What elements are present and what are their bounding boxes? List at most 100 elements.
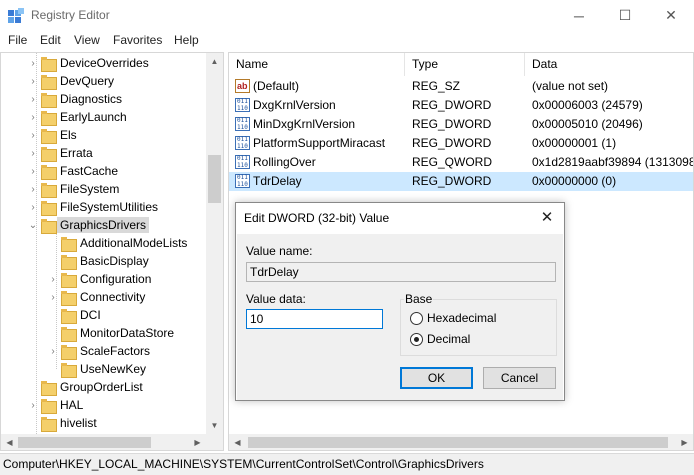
folder-icon — [61, 254, 77, 270]
window-title: Registry Editor — [31, 8, 110, 22]
tree-item-label: Configuration — [80, 272, 152, 286]
tree-item[interactable]: GroupOrderList — [27, 378, 143, 396]
value-row[interactable]: TdrDelay REG_DWORD 0x00000000 (0) — [229, 172, 693, 191]
chevron-right-icon[interactable]: › — [27, 94, 39, 105]
value-row[interactable]: (Default) REG_SZ (value not set) — [229, 77, 693, 96]
value-data-cell: 0x00005010 (20496) — [532, 117, 643, 131]
binary-value-icon — [235, 174, 250, 188]
tree-item[interactable]: BasicDisplay — [47, 252, 149, 270]
tree-item-label: GroupOrderList — [60, 380, 143, 394]
menu-help[interactable]: Help — [174, 33, 199, 47]
tree-item[interactable]: › HAL — [27, 396, 83, 414]
folder-icon — [61, 272, 77, 288]
chevron-down-icon[interactable]: ⌄ — [27, 220, 39, 231]
tree-item[interactable]: › Errata — [27, 144, 93, 162]
tree-item[interactable]: MonitorDataStore — [47, 324, 174, 342]
value-row[interactable]: MinDxgKrnlVersion REG_DWORD 0x00005010 (20… — [229, 115, 693, 134]
binary-value-icon — [235, 98, 250, 112]
minimize-button[interactable]: ─ — [556, 0, 602, 31]
value-data-input[interactable]: 10 — [246, 309, 383, 329]
tree-item-label: FastCache — [60, 164, 119, 178]
chevron-right-icon[interactable]: › — [27, 112, 39, 123]
base-label: Base — [404, 292, 434, 306]
tree-item[interactable]: AdditionalModeLists — [47, 234, 187, 252]
value-data-label: Value data: — [246, 292, 306, 306]
menu-file[interactable]: File — [8, 33, 27, 47]
column-header-type[interactable]: Type — [405, 53, 525, 76]
cancel-button[interactable]: Cancel — [483, 367, 556, 389]
maximize-button[interactable]: ☐ — [602, 0, 648, 31]
tree-item[interactable]: ⌄ GraphicsDrivers — [27, 216, 150, 234]
chevron-right-icon[interactable]: › — [47, 274, 59, 285]
chevron-right-icon[interactable]: › — [47, 346, 59, 357]
chevron-right-icon[interactable]: › — [27, 130, 39, 141]
chevron-right-icon[interactable]: › — [27, 58, 39, 69]
value-type-cell: REG_DWORD — [412, 98, 492, 112]
radio-icon — [410, 311, 423, 325]
chevron-right-icon[interactable]: › — [27, 184, 39, 195]
tree-item-label: hivelist — [60, 416, 97, 430]
binary-value-icon — [235, 136, 250, 150]
tree-vertical-scrollbar[interactable]: ▲ ▼ — [206, 53, 223, 434]
chevron-right-icon[interactable]: › — [27, 148, 39, 159]
radio-icon — [410, 332, 423, 346]
value-data-cell: (value not set) — [532, 79, 609, 93]
column-header-data[interactable]: Data — [525, 53, 693, 76]
folder-icon — [61, 326, 77, 342]
registry-editor-icon — [8, 8, 24, 23]
ok-button[interactable]: OK — [400, 367, 473, 389]
menu-edit[interactable]: Edit — [40, 33, 61, 47]
tree-item[interactable]: DCI — [47, 306, 101, 324]
menu-favorites[interactable]: Favorites — [113, 33, 162, 47]
tree-item[interactable]: › Els — [27, 126, 77, 144]
scroll-thumb[interactable] — [248, 437, 668, 448]
scroll-left-icon[interactable]: ◀ — [1, 434, 18, 450]
hexadecimal-radio[interactable]: Hexadecimal — [410, 311, 496, 325]
scroll-down-icon[interactable]: ▼ — [206, 417, 223, 434]
chevron-right-icon[interactable]: › — [27, 166, 39, 177]
scroll-up-icon[interactable]: ▲ — [206, 53, 223, 70]
value-row[interactable]: RollingOver REG_QWORD 0x1d2819aabf39894 (1… — [229, 153, 693, 172]
hexadecimal-label: Hexadecimal — [427, 311, 497, 325]
tree-item[interactable]: hivelist — [27, 414, 97, 432]
scroll-thumb[interactable] — [208, 155, 221, 203]
chevron-right-icon[interactable]: › — [27, 76, 39, 87]
folder-icon — [41, 380, 57, 396]
value-name-cell: DxgKrnlVersion — [253, 98, 336, 112]
tree-item[interactable]: UseNewKey — [47, 360, 146, 378]
value-row[interactable]: DxgKrnlVersion REG_DWORD 0x00006003 (24579… — [229, 96, 693, 115]
tree-item[interactable]: › EarlyLaunch — [27, 108, 127, 126]
menu-view[interactable]: View — [74, 33, 100, 47]
tree-item-label: UseNewKey — [80, 362, 147, 376]
folder-icon — [41, 56, 57, 72]
tree-item[interactable]: › DevQuery — [27, 72, 114, 90]
scroll-left-icon[interactable]: ◀ — [229, 434, 246, 450]
tree-item[interactable]: › Configuration — [47, 270, 151, 288]
values-horizontal-scrollbar[interactable]: ◀ ▶ — [229, 434, 693, 450]
decimal-radio[interactable]: Decimal — [410, 332, 470, 346]
chevron-right-icon[interactable]: › — [47, 292, 59, 303]
dialog-close-button[interactable]: ✕ — [532, 205, 562, 231]
scroll-right-icon[interactable]: ▶ — [676, 434, 693, 450]
tree-item[interactable]: › Diagnostics — [27, 90, 122, 108]
tree-item[interactable]: › FastCache — [27, 162, 118, 180]
tree-horizontal-scrollbar[interactable]: ◀ ▶ — [1, 434, 223, 450]
tree-item[interactable]: › Connectivity — [47, 288, 145, 306]
status-bar-path: Computer\HKEY_LOCAL_MACHINE\SYSTEM\Curre… — [0, 453, 694, 475]
column-header-name[interactable]: Name — [229, 53, 405, 76]
value-name-cell: (Default) — [253, 79, 300, 93]
tree-item[interactable]: › ScaleFactors — [47, 342, 150, 360]
binary-value-icon — [235, 155, 250, 169]
chevron-right-icon[interactable]: › — [27, 202, 39, 213]
scroll-right-icon[interactable]: ▶ — [189, 434, 206, 450]
tree-item-label: FileSystem — [60, 182, 120, 196]
tree-item[interactable]: › DeviceOverrides — [27, 54, 149, 72]
folder-icon — [41, 164, 57, 180]
tree-item[interactable]: › FileSystemUtilities — [27, 198, 158, 216]
close-button[interactable]: ✕ — [648, 0, 694, 31]
tree-item[interactable]: › FileSystem — [27, 180, 119, 198]
chevron-right-icon[interactable]: › — [27, 400, 39, 411]
scroll-thumb[interactable] — [18, 437, 151, 448]
folder-icon — [61, 290, 77, 306]
value-row[interactable]: PlatformSupportMiracast REG_DWORD 0x000000… — [229, 134, 693, 153]
